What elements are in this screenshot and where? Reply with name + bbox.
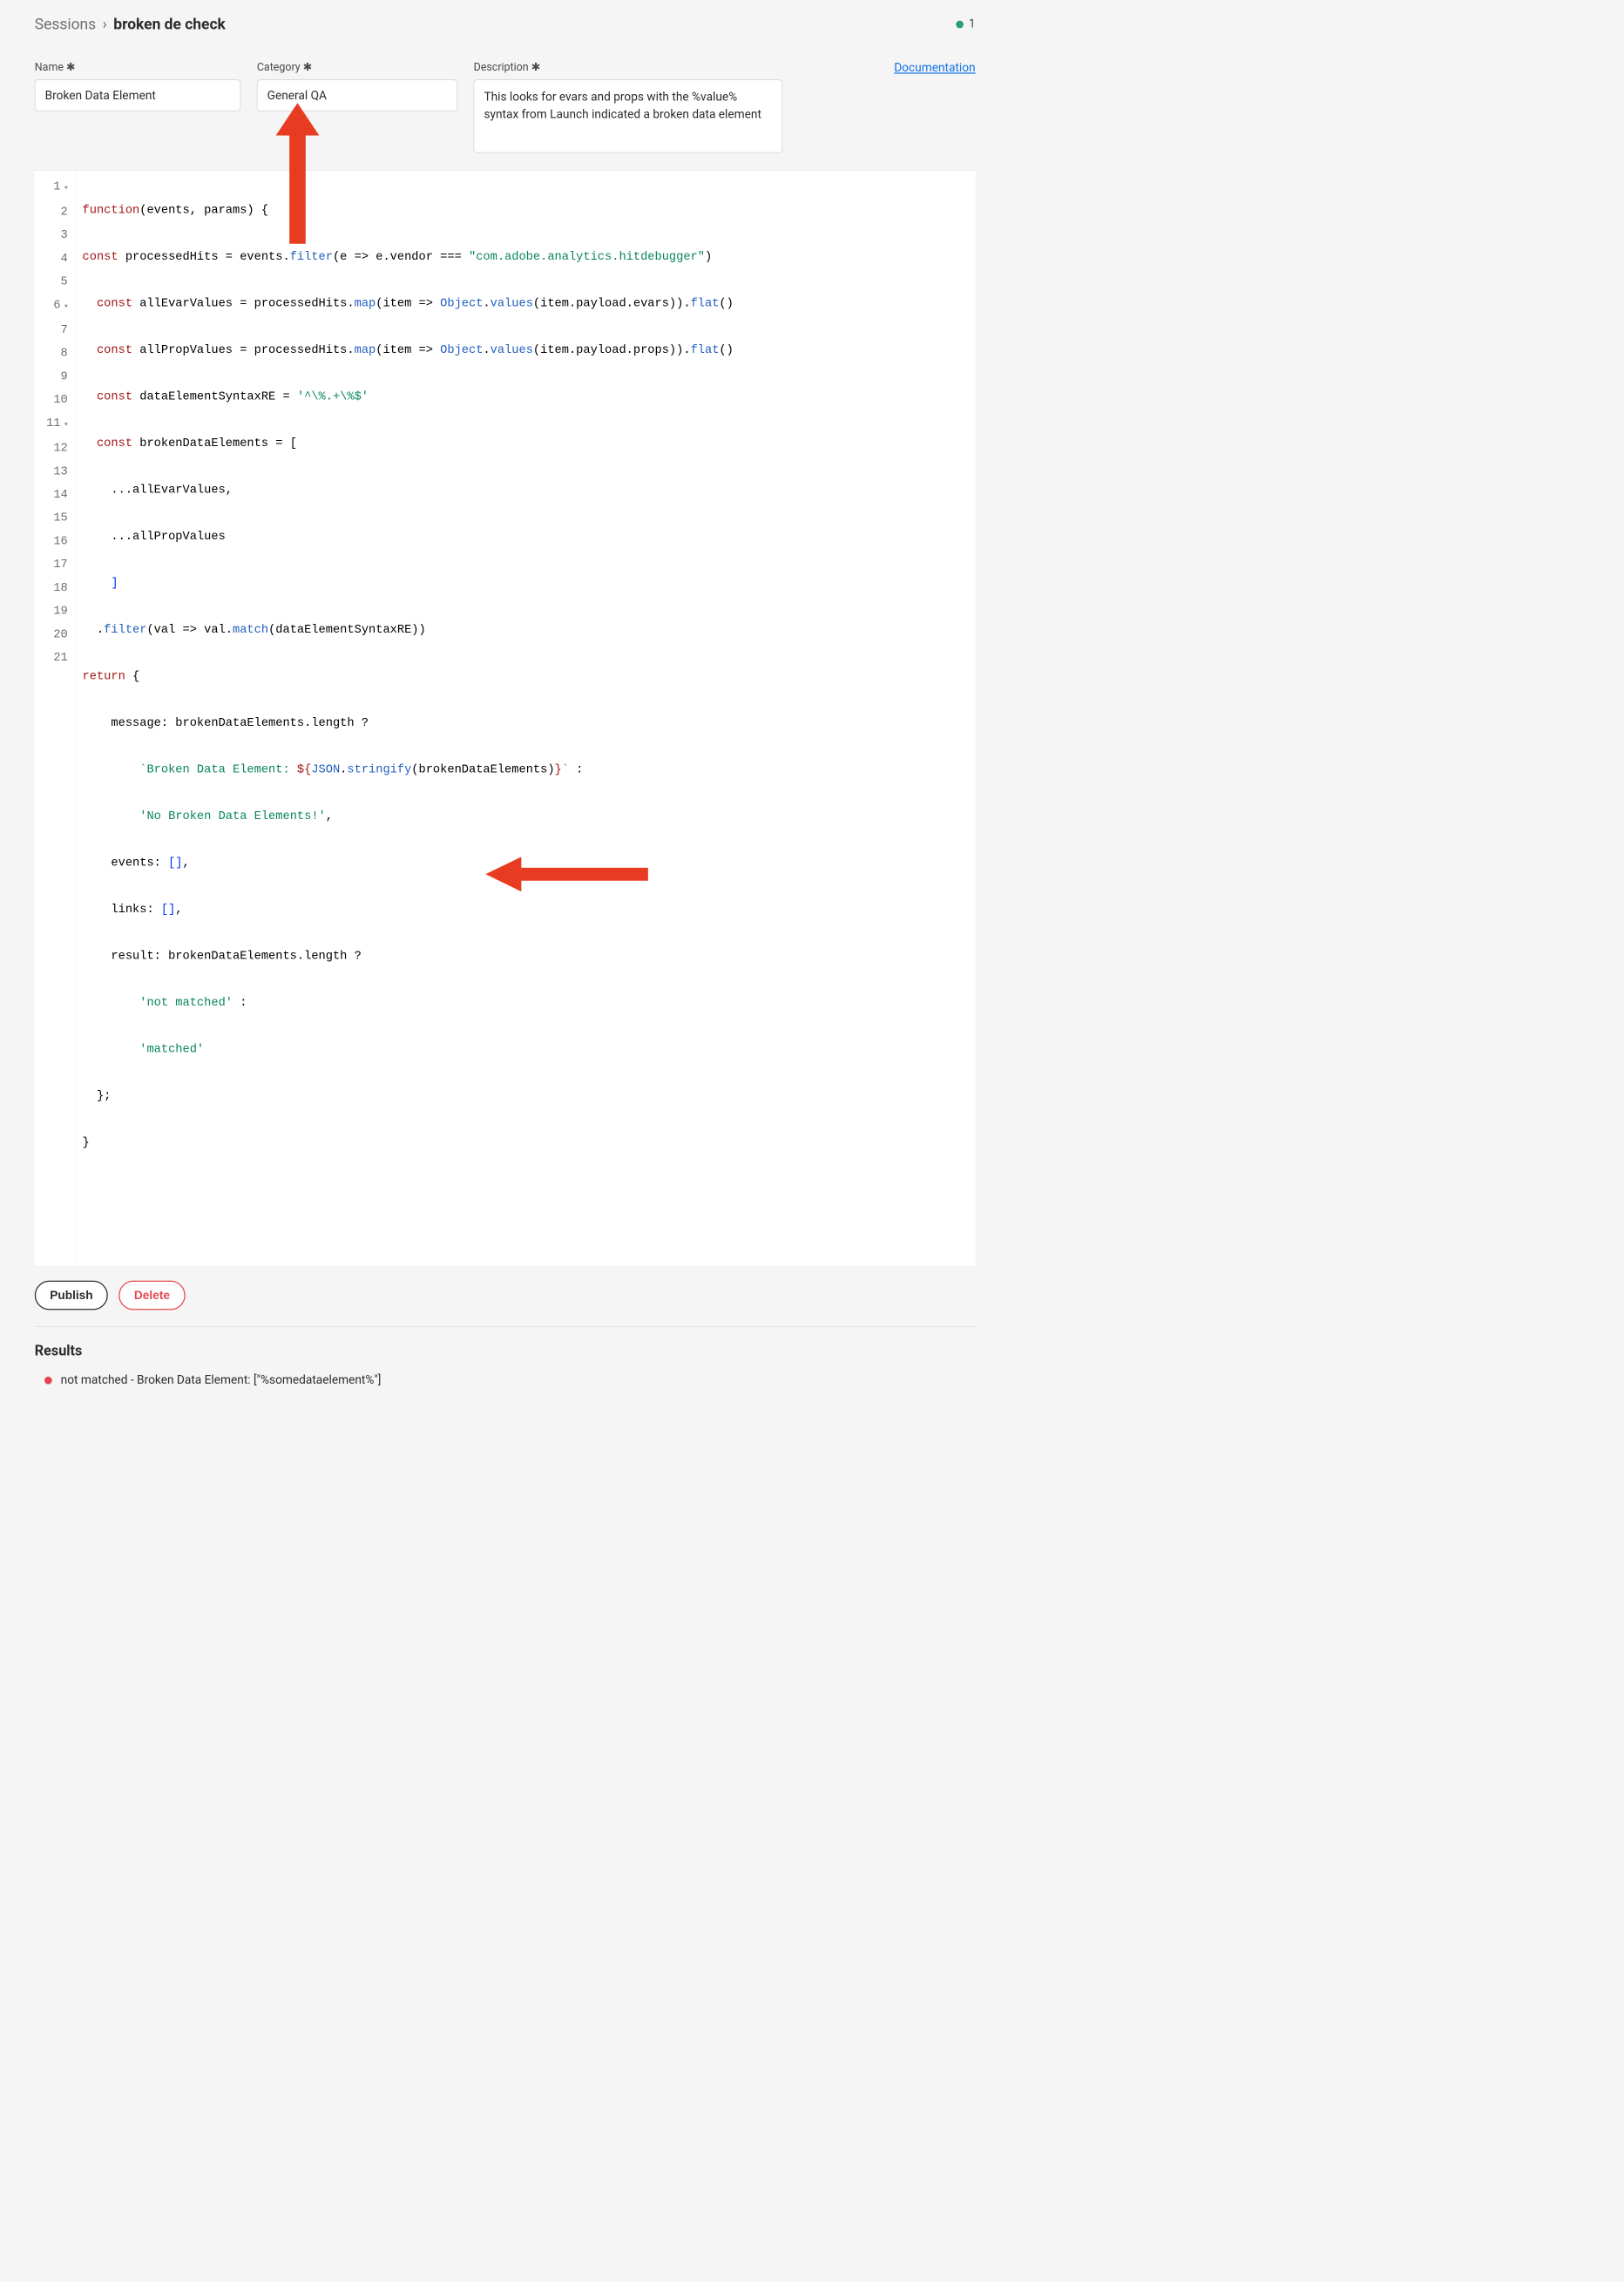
breadcrumb-sessions[interactable]: Sessions xyxy=(35,15,96,33)
result-status-dot-icon xyxy=(44,1377,52,1385)
result-text: not matched - Broken Data Element: ["%so… xyxy=(61,1373,382,1387)
divider xyxy=(35,1326,976,1327)
description-label: Description ✱ xyxy=(474,60,783,73)
results-title: Results xyxy=(35,1343,976,1359)
breadcrumb-row: Sessions › broken de check 1 xyxy=(0,0,1010,44)
breadcrumb: Sessions › broken de check xyxy=(35,15,226,33)
name-field: Name ✱ xyxy=(35,60,240,111)
session-status: 1 xyxy=(956,17,976,31)
breadcrumb-current: broken de check xyxy=(113,15,226,33)
code-editor[interactable]: 12345 678910 1112131415 161718192021 fun… xyxy=(35,170,976,1265)
publish-button[interactable]: Publish xyxy=(35,1281,108,1310)
action-buttons: Publish Delete xyxy=(0,1265,1010,1324)
name-label: Name ✱ xyxy=(35,60,240,73)
documentation-link[interactable]: Documentation xyxy=(894,60,975,75)
code-gutter: 12345 678910 1112131415 161718192021 xyxy=(35,171,76,1265)
description-input[interactable] xyxy=(474,79,783,152)
category-field: Category ✱ xyxy=(257,60,457,111)
breadcrumb-sep: › xyxy=(103,15,107,33)
delete-button[interactable]: Delete xyxy=(118,1281,185,1310)
form-row: Name ✱ Category ✱ Description ✱ Document… xyxy=(0,44,1010,159)
name-input[interactable] xyxy=(35,79,240,111)
status-dot-icon xyxy=(956,20,964,28)
status-count: 1 xyxy=(969,17,976,31)
category-input[interactable] xyxy=(257,79,457,111)
description-field: Description ✱ xyxy=(474,60,783,152)
result-line: not matched - Broken Data Element: ["%so… xyxy=(35,1373,976,1387)
results-section: Results not matched - Broken Data Elemen… xyxy=(0,1328,1010,1419)
category-label: Category ✱ xyxy=(257,60,457,73)
code-content[interactable]: function(events, params) { const process… xyxy=(76,171,976,1265)
